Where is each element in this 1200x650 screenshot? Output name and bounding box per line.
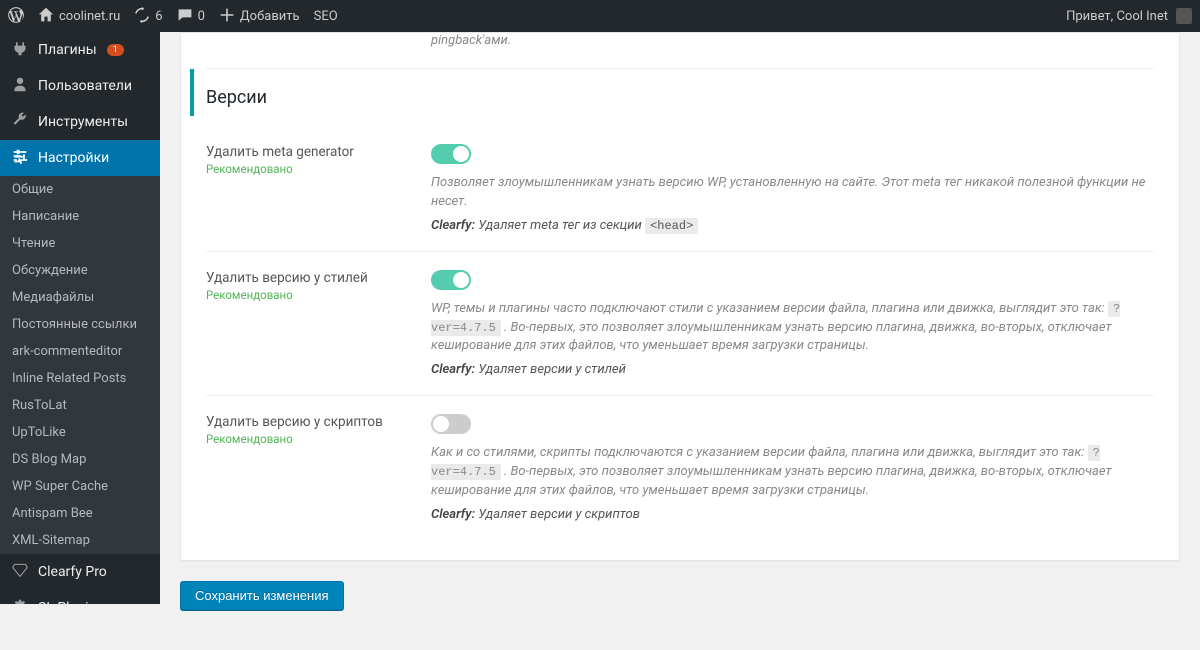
code-snippet: ?ver=4.7.5 [431, 445, 1100, 480]
comment-icon [177, 7, 193, 26]
submenu-item[interactable]: XML-Sitemap [0, 527, 160, 554]
submenu-item[interactable]: Медиафайлы [0, 284, 160, 311]
setting-action: Clearfy: Удаляет версии у стилей [431, 362, 1154, 377]
setting-row: Удалить версию у скриптов Рекомендовано … [206, 395, 1154, 540]
setting-row: Удалить версию у стилей Рекомендовано WP… [206, 251, 1154, 396]
menu-item-инструменты[interactable]: Инструменты [0, 104, 160, 140]
setting-title: Удалить meta generator [206, 144, 411, 160]
submenu-item[interactable]: Обсуждение [0, 257, 160, 284]
add-label: Добавить [240, 9, 300, 24]
submenu-item[interactable]: Постоянные ссылки [0, 311, 160, 338]
toggle-switch[interactable] [431, 144, 471, 164]
settings-panel: pingback'ами. Версии Удалить meta genera… [180, 32, 1180, 561]
menu-label: Инструменты [38, 114, 128, 130]
updates-link[interactable]: 6 [134, 7, 162, 26]
setting-desc: Как и со стилями, скрипты подключаются с… [431, 444, 1154, 501]
wp-logo[interactable] [8, 7, 24, 26]
avatar[interactable] [1176, 8, 1192, 24]
submenu-item[interactable]: Inline Related Posts [0, 365, 160, 392]
plug-icon [10, 40, 30, 60]
menu-label: Пользователи [38, 78, 132, 94]
content-area: pingback'ами. Версии Удалить meta genera… [160, 32, 1200, 650]
setting-title: Удалить версию у скриптов [206, 414, 411, 430]
menu-item-sl-plugins[interactable]: SL Plugins [0, 590, 160, 604]
plus-icon [219, 7, 235, 26]
submenu-item[interactable]: WP Super Cache [0, 473, 160, 500]
menu-label: Clearfy Pro [38, 564, 107, 580]
add-new-link[interactable]: Добавить [219, 7, 300, 26]
menu-item-плагины[interactable]: Плагины 1 [0, 32, 160, 68]
comments-count: 0 [198, 9, 205, 24]
home-icon [38, 7, 54, 26]
menu-label: Плагины [38, 42, 97, 58]
user-icon [10, 76, 30, 96]
setting-title: Удалить версию у стилей [206, 270, 411, 286]
code-snippet: ?ver=4.7.5 [431, 301, 1120, 336]
setting-row: Удалить meta generator Рекомендовано Поз… [206, 126, 1154, 251]
wrench-icon [10, 112, 30, 132]
setting-desc: Позволяет злоумышленникам узнать версию … [431, 174, 1154, 212]
recommended-label: Рекомендовано [206, 432, 411, 446]
setting-action: Clearfy: Удаляет версии у скриптов [431, 507, 1154, 522]
submenu-item[interactable]: Antispam Bee [0, 500, 160, 527]
updates-count: 6 [155, 9, 162, 24]
menu-item-настройки[interactable]: Настройки [0, 140, 160, 176]
submenu-item[interactable]: Написание [0, 203, 160, 230]
toggle-switch[interactable] [431, 270, 471, 290]
recommended-label: Рекомендовано [206, 288, 411, 302]
sliders-icon [10, 148, 30, 168]
submenu-item[interactable]: DS Blog Map [0, 446, 160, 473]
code-snippet: <head> [645, 218, 698, 234]
intro-text: pingback'ами. [206, 33, 1154, 58]
admin-bar: coolinet.ru 6 0 Добавить SEO Привет, Coo… [0, 0, 1200, 32]
comments-link[interactable]: 0 [177, 7, 205, 26]
greeting[interactable]: Привет, Cool Inet [1066, 9, 1168, 24]
seo-label: SEO [314, 9, 338, 24]
save-button[interactable]: Сохранить изменения [180, 581, 344, 610]
wordpress-icon [8, 7, 24, 26]
menu-label: SL Plugins [38, 600, 104, 604]
toggle-switch[interactable] [431, 414, 471, 434]
diamond-icon [10, 562, 30, 582]
section-title: Версии [190, 69, 1154, 116]
submenu-item[interactable]: Чтение [0, 230, 160, 257]
settings-submenu: ОбщиеНаписаниеЧтениеОбсуждениеМедиафайлы… [0, 176, 160, 554]
seo-link[interactable]: SEO [314, 9, 338, 24]
submenu-item[interactable]: UpToLike [0, 419, 160, 446]
submenu-item[interactable]: ark-commenteditor [0, 338, 160, 365]
menu-item-clearfy-pro[interactable]: Clearfy Pro [0, 554, 160, 590]
setting-desc: WP, темы и плагины часто подключают стил… [431, 300, 1154, 357]
refresh-icon [134, 7, 150, 26]
admin-sidebar: Плагины 1 Пользователи Инструменты Настро… [0, 32, 160, 604]
setting-action: Clearfy: Удаляет meta тег из секции <hea… [431, 218, 1154, 233]
submenu-item[interactable]: RusToLat [0, 392, 160, 419]
menu-label: Настройки [38, 150, 109, 166]
site-name-link[interactable]: coolinet.ru [38, 7, 120, 26]
gear-icon [10, 598, 30, 604]
recommended-label: Рекомендовано [206, 162, 411, 176]
menu-item-пользователи[interactable]: Пользователи [0, 68, 160, 104]
submenu-item[interactable]: Общие [0, 176, 160, 203]
site-name: coolinet.ru [59, 9, 120, 24]
menu-badge: 1 [107, 44, 124, 56]
